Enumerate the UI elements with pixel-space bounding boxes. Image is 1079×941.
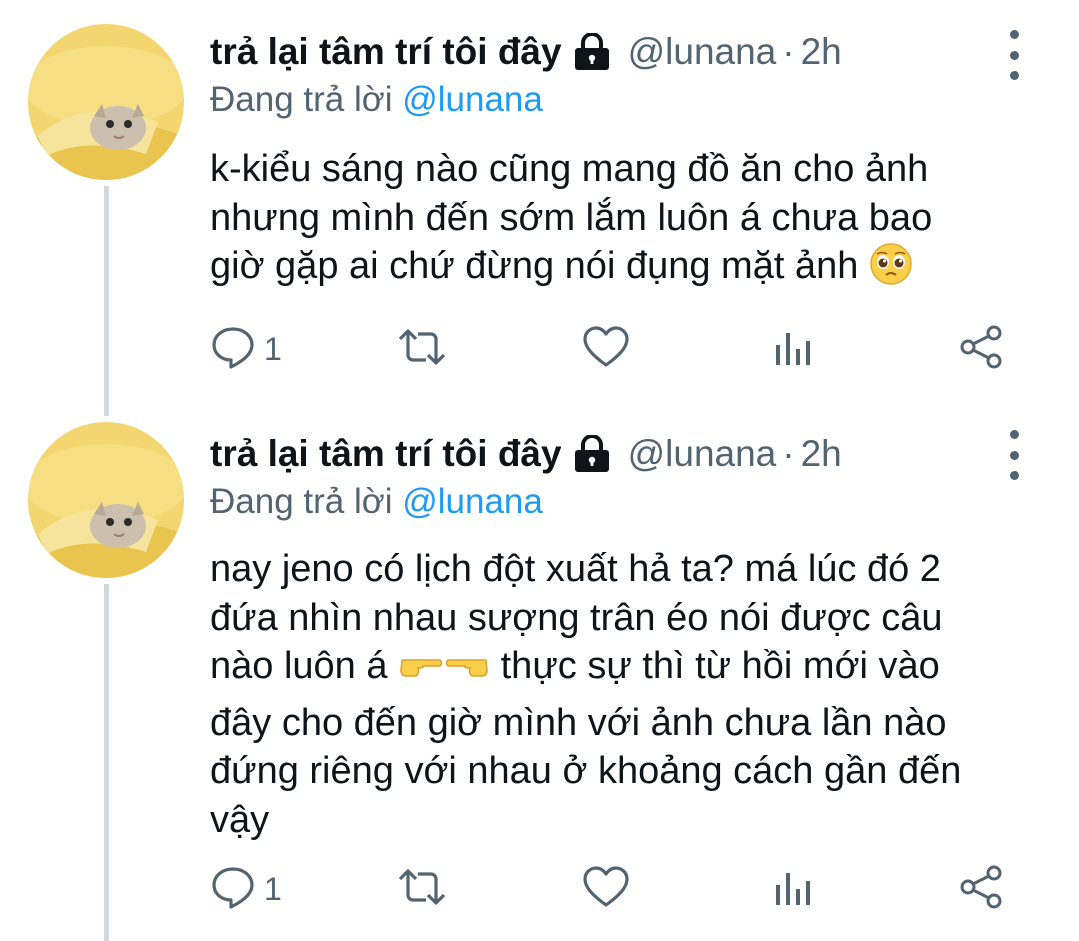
- avatar[interactable]: [28, 24, 184, 180]
- like-icon: [582, 865, 630, 914]
- analytics-icon: [772, 325, 812, 374]
- mention-link[interactable]: @lunana: [402, 482, 543, 521]
- retweet-button[interactable]: [396, 864, 448, 914]
- analytics-button[interactable]: [772, 324, 812, 374]
- pleading-face-emoji: [869, 242, 913, 299]
- mention-link[interactable]: @lunana: [402, 80, 543, 119]
- share-button[interactable]: [958, 324, 1004, 374]
- share-icon: [958, 324, 1004, 375]
- text-line: vậy: [210, 798, 270, 841]
- replying-to: Đang trả lời @lunana: [210, 80, 543, 120]
- text-line: đứa nhìn nhau sượng trân éo nói được câu: [210, 596, 943, 639]
- tweet-actions: 1: [210, 864, 1010, 914]
- text-line: đứng riêng với nhau ở khoảng cách gần đế…: [210, 750, 962, 792]
- tweet[interactable]: trả lại tâm trí tôi đây @lunana · 2h Đan…: [0, 0, 1079, 400]
- tweet-actions: 1: [210, 324, 1010, 374]
- analytics-icon: [772, 865, 812, 914]
- analytics-button[interactable]: [772, 864, 812, 914]
- reply-count: 1: [264, 870, 282, 907]
- separator: ·: [782, 433, 795, 474]
- tweet[interactable]: trả lại tâm trí tôi đây @lunana · 2h Đan…: [0, 400, 1079, 941]
- text-line-with-emoji: giờ gặp ai chứ đừng nói đụng mặt ảnh: [210, 242, 1040, 299]
- avatar[interactable]: [28, 422, 184, 578]
- separator: ·: [782, 31, 795, 72]
- more-icon[interactable]: [999, 30, 1029, 80]
- timestamp[interactable]: 2h: [801, 433, 842, 475]
- tweet-header: trả lại tâm trí tôi đây @lunana · 2h: [210, 24, 842, 80]
- text-line: nay jeno có lịch đột xuất hả ta? má lúc …: [210, 548, 941, 590]
- text-line: nhưng mình đến sớm lắm luôn á chưa bao: [210, 196, 933, 239]
- text-line: thực sự thì từ hồi mới vào: [500, 645, 940, 687]
- share-button[interactable]: [958, 864, 1004, 914]
- retweet-icon: [396, 325, 448, 374]
- replying-to-label: Đang trả lời: [210, 482, 403, 521]
- display-name[interactable]: trả lại tâm trí tôi đây: [210, 31, 562, 73]
- reply-icon: [210, 864, 256, 915]
- more-icon[interactable]: [999, 430, 1029, 480]
- tweet-text: nay jeno có lịch đột xuất hả ta? má lúc …: [210, 545, 1040, 844]
- like-button[interactable]: [582, 324, 630, 374]
- display-name[interactable]: trả lại tâm trí tôi đây: [210, 433, 562, 475]
- replying-to: Đang trả lời @lunana: [210, 482, 543, 522]
- text-line: k-kiểu sáng nào cũng mang đồ ăn cho ảnh: [210, 148, 929, 190]
- like-button[interactable]: [582, 864, 630, 914]
- tweet-header: trả lại tâm trí tôi đây @lunana · 2h: [210, 426, 842, 482]
- reply-icon: [210, 324, 256, 375]
- share-icon: [958, 864, 1004, 915]
- lock-icon: [572, 435, 612, 473]
- text-line: đây cho đến giờ mình với ảnh chưa lần nà…: [210, 701, 947, 744]
- retweet-button[interactable]: [396, 324, 448, 374]
- tweet-text: k-kiểu sáng nào cũng mang đồ ăn cho ảnh …: [210, 145, 1040, 299]
- reply-button[interactable]: 1: [210, 864, 282, 914]
- reply-count: 1: [264, 330, 282, 367]
- pointing-fingers-emoji: [398, 642, 490, 699]
- user-handle[interactable]: @lunana: [628, 433, 777, 475]
- text-line-with-emoji: nào luôn á thực sự thì từ hồi mới vào: [210, 642, 1040, 699]
- text-line: giờ gặp ai chứ đừng nói đụng mặt ảnh: [210, 245, 859, 287]
- user-handle[interactable]: @lunana: [628, 31, 777, 73]
- lock-icon: [572, 33, 612, 71]
- reply-button[interactable]: 1: [210, 324, 282, 374]
- timestamp[interactable]: 2h: [801, 31, 842, 73]
- replying-to-label: Đang trả lời: [210, 80, 403, 119]
- like-icon: [582, 325, 630, 374]
- text-line: nào luôn á: [210, 645, 388, 687]
- retweet-icon: [396, 865, 448, 914]
